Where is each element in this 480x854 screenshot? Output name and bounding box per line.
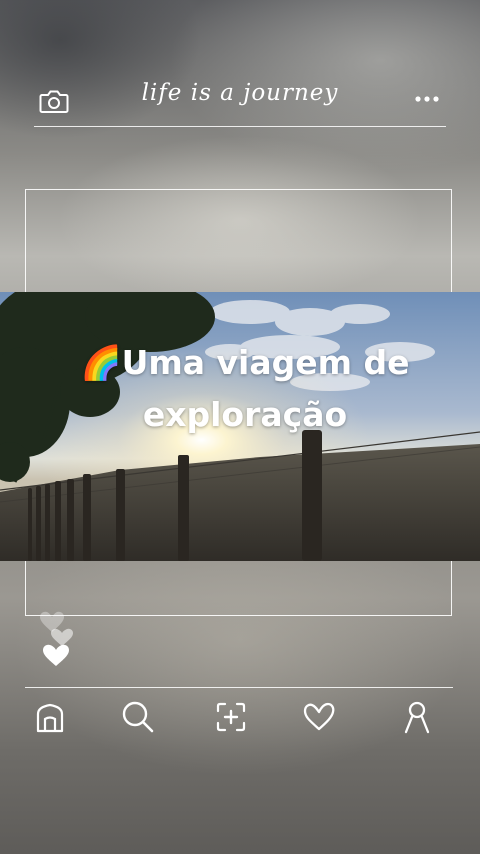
floating-hearts	[38, 610, 82, 668]
bottom-nav	[25, 687, 453, 748]
heart-icon	[303, 702, 335, 731]
nav-search[interactable]	[121, 700, 155, 734]
rainbow-emoji: 🌈	[80, 343, 122, 382]
nav-home[interactable]	[33, 700, 67, 734]
nav-profile[interactable]	[400, 700, 434, 734]
heart-icon	[40, 611, 64, 632]
app-title: life is a journey	[141, 80, 339, 106]
add-post-icon	[216, 702, 246, 732]
heart-icon	[43, 644, 69, 666]
nav-likes[interactable]	[302, 700, 336, 734]
post-caption: 🌈Uma viagem de exploração	[40, 337, 450, 441]
heart-icon	[51, 628, 73, 646]
profile-icon	[404, 701, 430, 734]
more-dots-icon[interactable]	[414, 94, 440, 104]
top-bar: life is a journey	[34, 76, 446, 127]
search-icon	[122, 701, 154, 733]
caption-text: Uma viagem de exploração	[121, 343, 410, 434]
nav-add-post[interactable]	[214, 700, 248, 734]
home-icon	[36, 703, 64, 733]
